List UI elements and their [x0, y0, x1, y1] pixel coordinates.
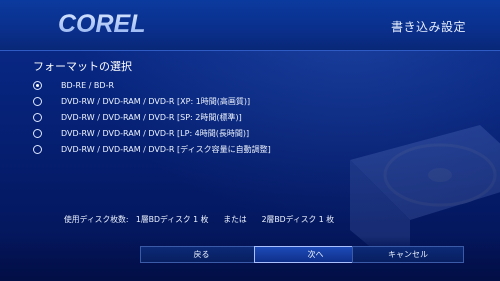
corel-logo: COREL — [58, 10, 146, 38]
format-option-label: DVD-RW / DVD-RAM / DVD-R [SP: 2時間(標準)] — [61, 112, 242, 122]
format-option-label: DVD-RW / DVD-RAM / DVD-R [ディスク容量に自動調整] — [61, 144, 271, 154]
back-button[interactable]: 戻る — [140, 246, 263, 263]
format-option-dvd-lp[interactable]: DVD-RW / DVD-RAM / DVD-R [LP: 4時間(長時間)] — [33, 125, 271, 141]
svg-text:COREL: COREL — [58, 10, 146, 38]
disc-usage-info: 使用ディスク枚数: 1層BDディスク 1 枚 または 2層BDディスク 1 枚 — [64, 214, 334, 225]
format-option-dvd-auto[interactable]: DVD-RW / DVD-RAM / DVD-R [ディスク容量に自動調整] — [33, 141, 271, 157]
format-option-label: DVD-RW / DVD-RAM / DVD-R [LP: 4時間(長時間)] — [61, 128, 250, 138]
format-option-dvd-xp[interactable]: DVD-RW / DVD-RAM / DVD-R [XP: 1時間(高画質)] — [33, 93, 271, 109]
disc-usage-value-single: 1層BDディスク 1 枚 — [135, 215, 209, 224]
format-option-bd[interactable]: BD-RE / BD-R — [33, 77, 271, 93]
radio-button[interactable] — [33, 96, 42, 106]
cancel-button[interactable]: キャンセル — [352, 246, 464, 263]
radio-button[interactable] — [33, 128, 42, 138]
radio-button[interactable] — [33, 112, 42, 122]
header-bar: COREL 書き込み設定 — [0, 0, 500, 51]
format-option-label: DVD-RW / DVD-RAM / DVD-R [XP: 1時間(高画質)] — [61, 96, 251, 106]
burn-settings-screen: COREL 書き込み設定 フォーマットの選択 BD-RE / BD-R DVD-… — [0, 0, 500, 281]
radio-button-checked[interactable] — [33, 80, 42, 90]
page-title: 書き込み設定 — [390, 20, 466, 34]
format-section-title: フォーマットの選択 — [33, 60, 132, 73]
format-option-dvd-sp[interactable]: DVD-RW / DVD-RAM / DVD-R [SP: 2時間(標準)] — [33, 109, 271, 125]
disc-usage-separator: または — [223, 215, 247, 224]
disc-usage-label: 使用ディスク枚数: — [64, 215, 129, 224]
format-option-list: BD-RE / BD-R DVD-RW / DVD-RAM / DVD-R [X… — [33, 77, 271, 157]
radio-button[interactable] — [33, 144, 42, 154]
format-option-label: BD-RE / BD-R — [61, 80, 115, 90]
disc-usage-value-dual: 2層BDディスク 1 枚 — [261, 215, 335, 224]
